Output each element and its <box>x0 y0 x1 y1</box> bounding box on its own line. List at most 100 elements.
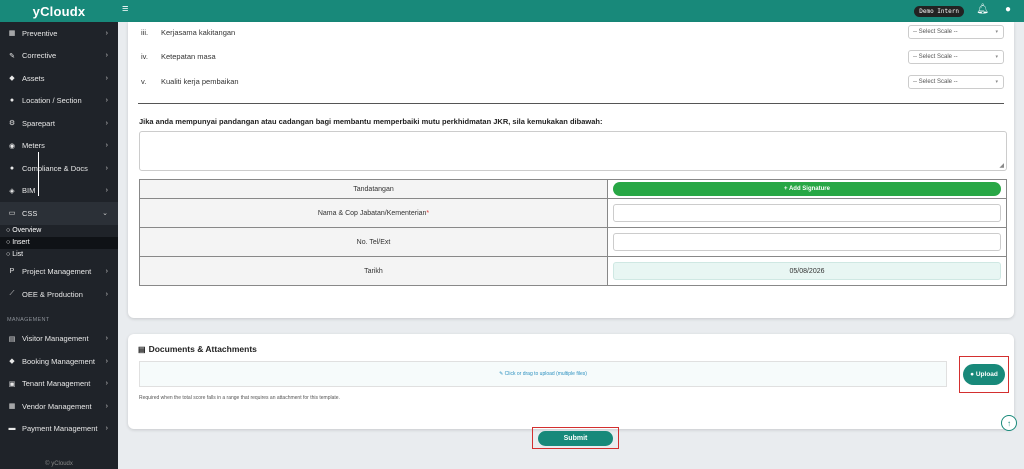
scale-select[interactable]: -- Select Scale -- ▾ <box>908 75 1004 89</box>
vendor-icon: ▦ <box>8 403 16 411</box>
sidebar-item-location[interactable]: ● Location / Section › <box>0 90 118 113</box>
user-icon[interactable]: ● <box>1005 4 1011 15</box>
chevron-right-icon: › <box>105 29 108 37</box>
user-badge[interactable]: Demo Intern <box>914 6 964 17</box>
table-row: Tandatangan + Add Signature <box>139 179 1007 199</box>
chevron-right-icon: › <box>105 52 108 60</box>
survey-card: iii. Kerjasama kakitangan -- Select Scale… <box>128 22 1014 318</box>
chevron-right-icon: › <box>105 97 108 105</box>
signature-table: Tandatangan + Add Signature Nama & Cop J… <box>139 179 1007 286</box>
upload-dropzone[interactable]: ✎ Click or drag to upload (multiple file… <box>139 361 947 387</box>
sidebar: yCloudx ▦ Preventive › ✎ Corrective › ◆ Asset… <box>0 0 118 469</box>
submit-button[interactable]: Submit <box>538 430 613 446</box>
scale-row: iv. Ketepatan masa <box>141 51 216 61</box>
feedback-prompt: Jika anda mempunyai pandangan atau cadan… <box>139 117 603 126</box>
divider <box>138 103 1004 104</box>
tel-input[interactable] <box>613 233 1001 251</box>
calendar-icon: ▦ <box>8 30 16 38</box>
cube-icon: ◈ <box>9 187 15 195</box>
upload-highlight: ● Upload <box>959 356 1009 393</box>
label-tel: No. Tel/Ext <box>139 227 608 257</box>
required-marker: * <box>426 209 430 217</box>
sidebar-item-visitor-management[interactable]: ▤ Visitor Management › <box>0 328 118 351</box>
chevron-right-icon: › <box>105 74 108 82</box>
sidebar-item-vendor-management[interactable]: ▦ Vendor Management › <box>0 395 118 418</box>
feedback-textarea[interactable]: ◢ <box>139 131 1007 171</box>
brand-logo[interactable]: yCloudx <box>0 0 118 22</box>
table-row: Tarikh 05/08/2026 <box>139 256 1007 286</box>
sidebar-item-tenant-management[interactable]: ▣ Tenant Management › <box>0 373 118 396</box>
text-cursor <box>38 152 39 196</box>
chevron-right-icon: › <box>105 425 108 433</box>
documents-card: ▤ Documents & Attachments ✎ Click or drag… <box>128 334 1014 429</box>
label-nama: Nama & Cop Jabatan/Kementerian* <box>139 198 608 228</box>
scale-select[interactable]: -- Select Scale -- ▾ <box>908 50 1004 64</box>
chevron-right-icon: › <box>105 164 108 172</box>
sidebar-nav: ▦ Preventive › ✎ Corrective › ◆ Assets › ● Loca… <box>0 22 118 440</box>
sidebar-item-sparepart[interactable]: ⚙ Sparepart › <box>0 112 118 135</box>
sidebar-item-corrective[interactable]: ✎ Corrective › <box>0 45 118 68</box>
scale-select[interactable]: -- Select Scale -- ▾ <box>908 25 1004 39</box>
hamburger-icon[interactable]: ≡ <box>122 4 132 15</box>
sidebar-subitem-list[interactable]: ○ List <box>0 249 118 261</box>
sidebar-item-payment-management[interactable]: ▬ Payment Management › <box>0 418 118 441</box>
payment-icon: ▬ <box>8 425 16 433</box>
tag-icon: ◆ <box>9 75 15 83</box>
meter-icon: ◉ <box>8 142 16 150</box>
chevron-right-icon: › <box>105 402 108 410</box>
tenant-icon: ▣ <box>8 380 16 388</box>
sidebar-item-assets[interactable]: ◆ Assets › <box>0 67 118 90</box>
chevron-right-icon: › <box>105 380 108 388</box>
sidebar-footer: © yCloudx <box>0 459 118 469</box>
chevron-right-icon: › <box>105 142 108 150</box>
sidebar-item-bim[interactable]: ◈ BIM › <box>0 180 118 203</box>
sidebar-item-project-management[interactable]: P Project Management › <box>0 261 118 284</box>
documents-note: Required when the total score falls in a… <box>139 395 340 401</box>
sidebar-item-booking-management[interactable]: ◆ Booking Management › <box>0 350 118 373</box>
resize-grip-icon: ◢ <box>999 163 1004 169</box>
wrench-icon: ✎ <box>9 52 15 60</box>
booking-icon: ◆ <box>9 358 15 366</box>
topbar: ≡ Demo Intern 🔔︎ ● <box>118 0 1024 22</box>
sidebar-item-css[interactable]: ▭ CSS ⌄ <box>0 202 118 225</box>
dropdown-arrow-icon: ▾ <box>995 54 998 60</box>
chevron-right-icon: › <box>105 290 108 298</box>
scroll-to-top-icon[interactable]: ↑ <box>1001 415 1017 431</box>
chevron-right-icon: › <box>105 357 108 365</box>
dropdown-arrow-icon: ▾ <box>995 79 998 85</box>
sparepart-icon: ⚙ <box>8 120 16 128</box>
visitor-icon: ▤ <box>8 335 16 343</box>
sidebar-item-preventive[interactable]: ▦ Preventive › <box>0 22 118 45</box>
scale-row: v. Kualiti kerja pembaikan <box>141 76 239 86</box>
monitor-icon: ▭ <box>8 210 16 218</box>
table-row: Nama & Cop Jabatan/Kementerian* <box>139 198 1007 228</box>
chart-line-icon: ⟋ <box>9 290 15 298</box>
table-row: No. Tel/Ext <box>139 227 1007 257</box>
label-tandatangan: Tandatangan <box>139 179 608 199</box>
submit-highlight: Submit <box>532 427 619 449</box>
documents-title: ▤ Documents & Attachments <box>138 344 257 354</box>
chevron-right-icon: › <box>105 119 108 127</box>
chevron-right-icon: › <box>105 187 108 195</box>
date-input[interactable]: 05/08/2026 <box>613 262 1001 280</box>
bell-icon[interactable]: 🔔︎ <box>976 4 989 15</box>
dropdown-arrow-icon: ▾ <box>995 29 998 35</box>
compliance-icon: ● <box>9 164 15 172</box>
sidebar-subitem-insert[interactable]: ○ Insert <box>0 236 118 249</box>
sidebar-subitem-overview[interactable]: ○ Overview <box>0 225 118 237</box>
label-tarikh: Tarikh <box>139 256 608 286</box>
add-signature-button[interactable]: + Add Signature <box>613 182 1001 196</box>
nama-input[interactable] <box>613 204 1001 222</box>
chevron-right-icon: › <box>105 335 108 343</box>
chevron-down-icon: ⌄ <box>102 210 108 218</box>
upload-button[interactable]: ● Upload <box>963 364 1005 385</box>
chevron-right-icon: › <box>105 268 108 276</box>
location-icon: ● <box>9 97 15 105</box>
section-label-management: MANAGEMENT <box>7 316 50 323</box>
sidebar-item-oee-production[interactable]: ⟋ OEE & Production › <box>0 283 118 306</box>
file-icon: ▤ <box>138 344 146 354</box>
project-icon: P <box>9 268 15 276</box>
sidebar-item-meters[interactable]: ◉ Meters › <box>0 135 118 158</box>
scale-row: iii. Kerjasama kakitangan <box>141 27 236 37</box>
sidebar-item-compliance[interactable]: ● Compliance & Docs › <box>0 157 118 180</box>
